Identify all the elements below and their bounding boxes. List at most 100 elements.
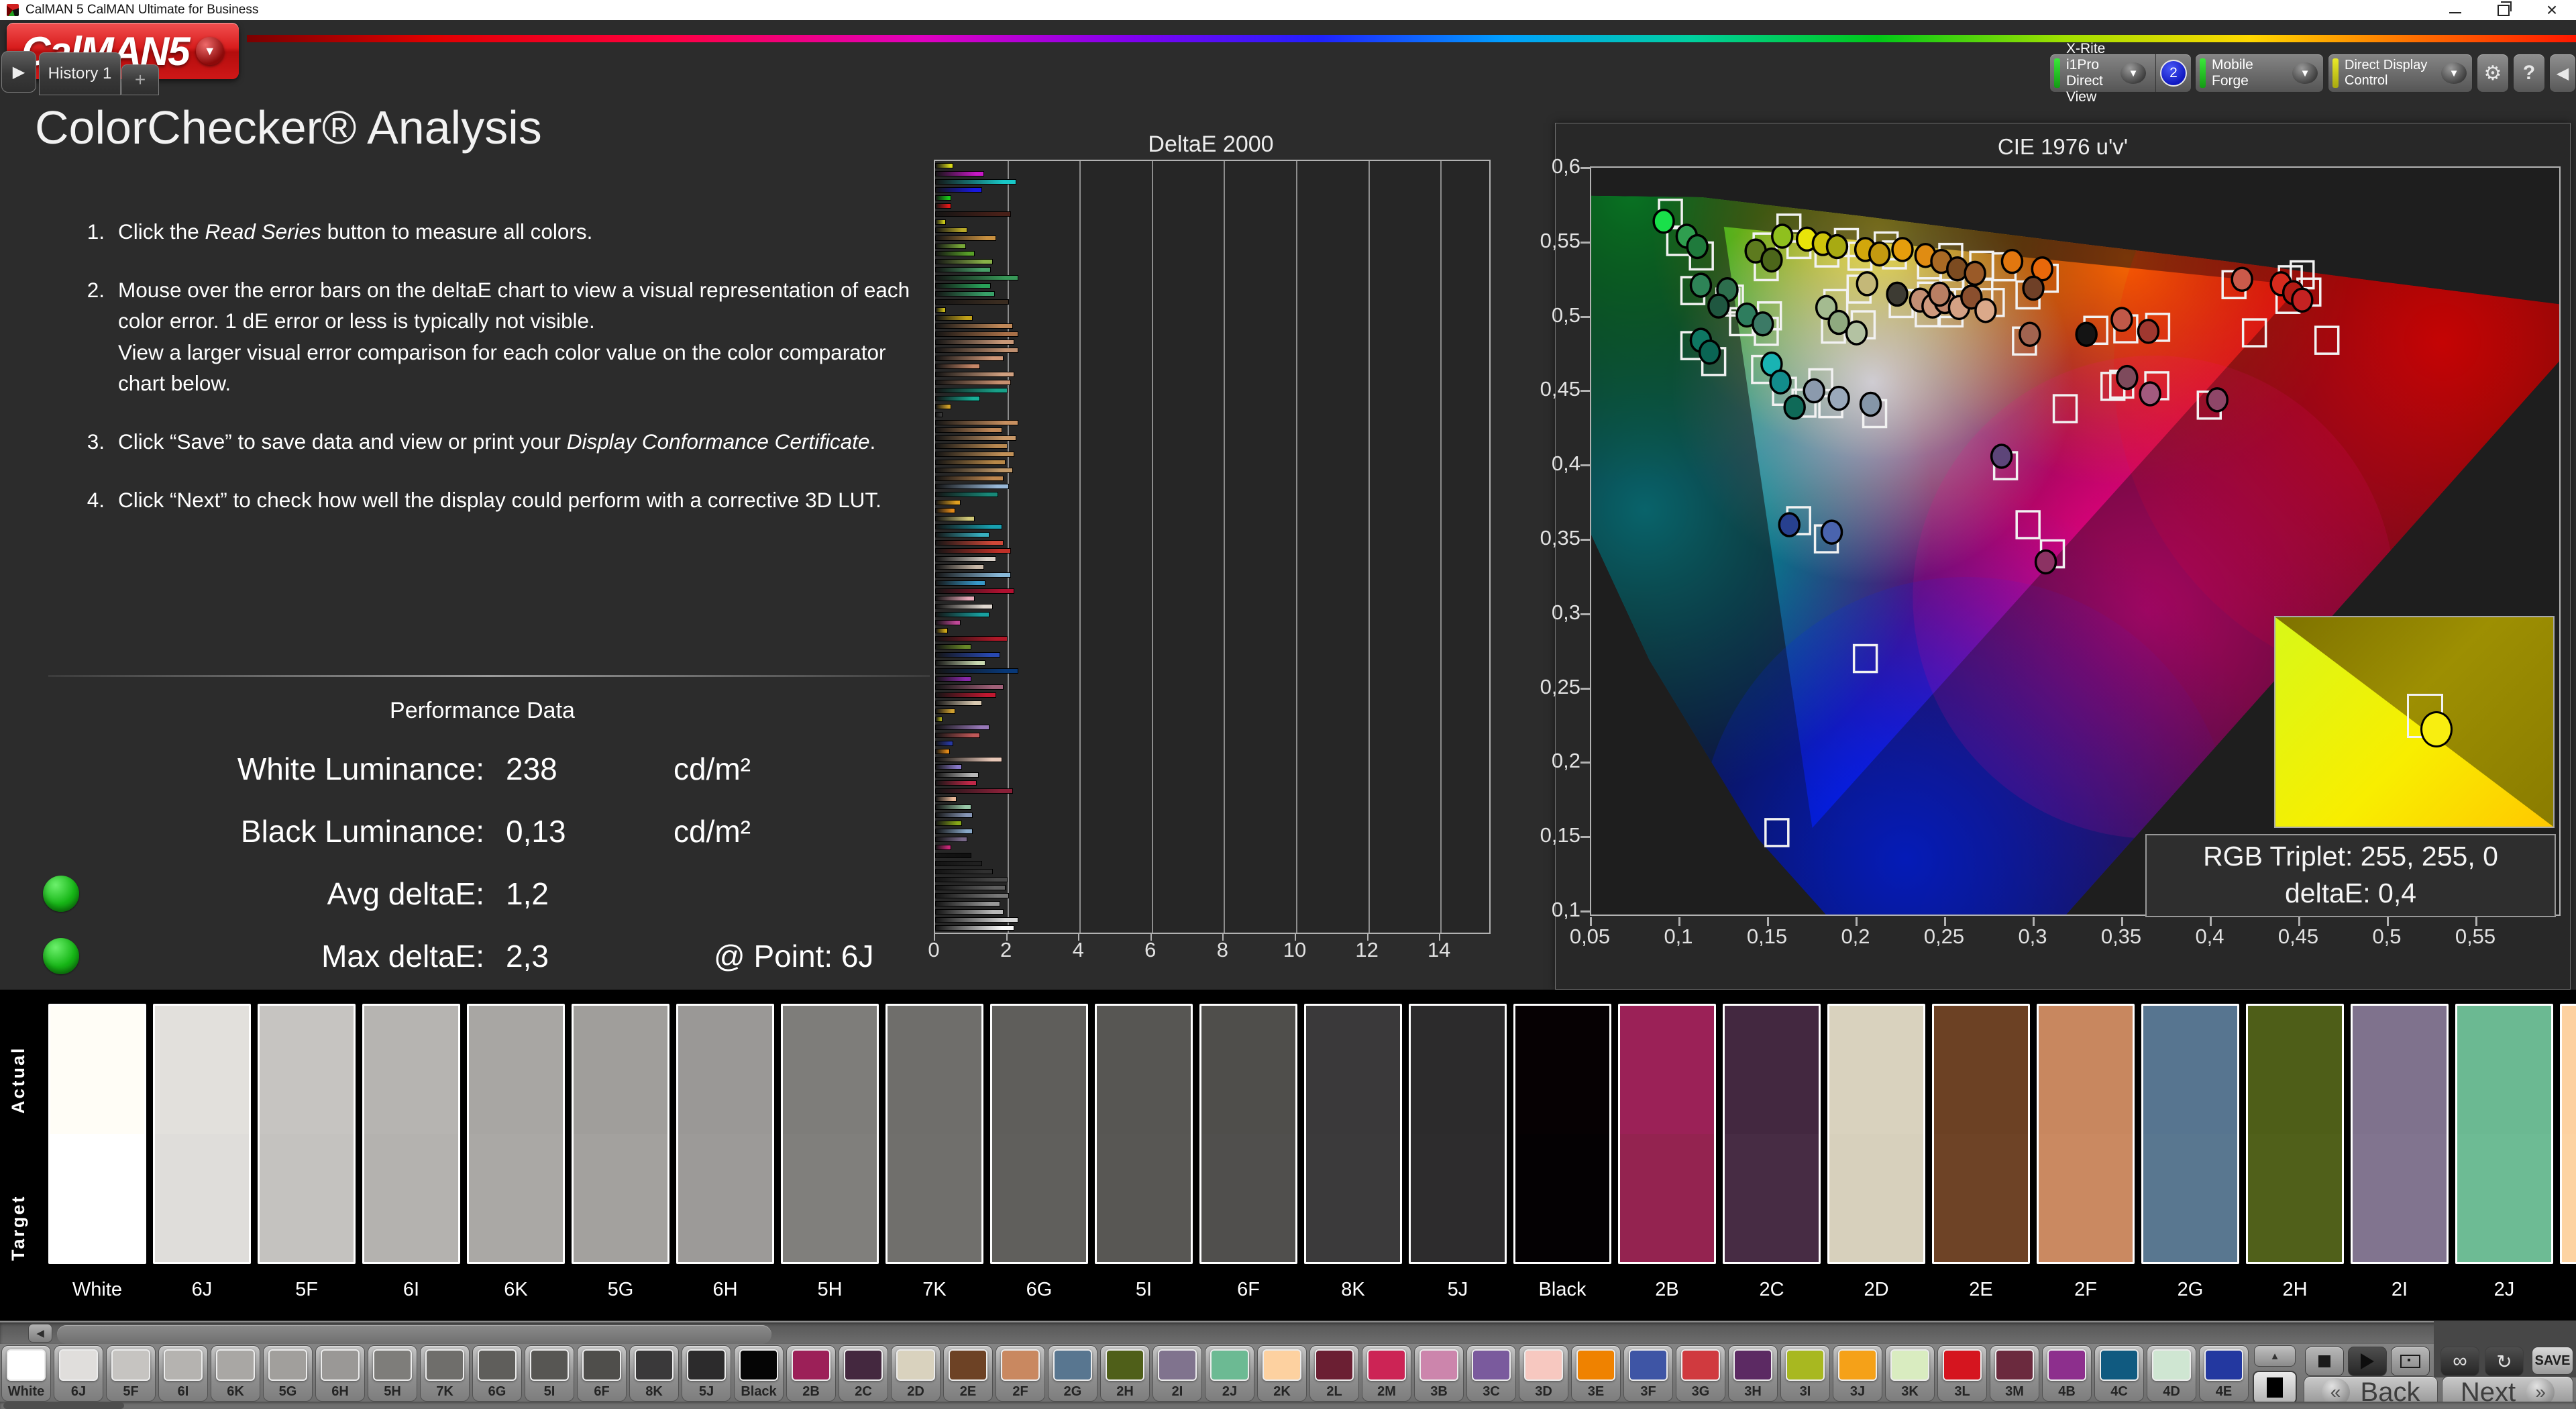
patch-button-3F[interactable]: 3F: [1623, 1345, 1673, 1402]
source-dropdown[interactable]: Mobile Forge ▼: [2195, 54, 2324, 93]
cie-measured-point[interactable]: [1974, 298, 1997, 323]
deltae-error-bar[interactable]: [935, 708, 955, 714]
deltae-error-bar[interactable]: [935, 363, 981, 369]
deltae-error-bar[interactable]: [935, 580, 986, 586]
patch-button-6G[interactable]: 6G: [472, 1345, 522, 1402]
deltae-error-bar[interactable]: [935, 652, 1000, 658]
pattern-window-toggle[interactable]: [2253, 1371, 2297, 1404]
deltae-error-bar[interactable]: [935, 291, 995, 297]
deltae-error-bar[interactable]: [935, 347, 1018, 353]
deltae-error-bar[interactable]: [935, 355, 1004, 361]
deltae-error-bar[interactable]: [935, 178, 1017, 185]
deltae-error-bar[interactable]: [935, 732, 981, 738]
deltae-error-bar[interactable]: [935, 523, 1002, 529]
deltae-error-bar[interactable]: [935, 908, 1004, 915]
deltae-error-bar[interactable]: [935, 716, 943, 722]
patch-button-3B[interactable]: 3B: [1414, 1345, 1464, 1402]
deltae-error-bar[interactable]: [935, 868, 994, 874]
cie-measured-point[interactable]: [1652, 209, 1675, 234]
cie-measured-point[interactable]: [1859, 391, 1882, 417]
deltae-error-bar[interactable]: [935, 443, 1008, 450]
deltae-error-bar[interactable]: [935, 837, 968, 843]
cie-measured-point[interactable]: [1868, 241, 1891, 267]
deltae-error-bar[interactable]: [935, 884, 1006, 890]
patch-button-3J[interactable]: 3J: [1833, 1345, 1882, 1402]
deltae-error-bar[interactable]: [935, 339, 1015, 345]
cie-measured-point[interactable]: [1891, 237, 1914, 262]
tab-history-1[interactable]: History 1: [39, 52, 121, 95]
deltae-error-bar[interactable]: [935, 379, 1011, 385]
patch-button-White[interactable]: White: [1, 1345, 51, 1402]
patch-button-4E[interactable]: 4E: [2199, 1345, 2249, 1402]
patch-button-8K[interactable]: 8K: [629, 1345, 679, 1402]
patch-scrollbar-track[interactable]: [0, 1322, 2576, 1344]
patch-button-Black[interactable]: Black: [734, 1345, 784, 1402]
deltae-error-bar[interactable]: [935, 492, 999, 498]
cie-measured-point[interactable]: [1707, 293, 1730, 319]
patch-button-2H[interactable]: 2H: [1100, 1345, 1150, 1402]
deltae-error-bar[interactable]: [935, 852, 971, 858]
patch-button-3M[interactable]: 3M: [1990, 1345, 2039, 1402]
deltae-error-bar[interactable]: [935, 780, 977, 786]
deltae-error-bar[interactable]: [935, 860, 982, 866]
cie-measured-point[interactable]: [2034, 549, 2057, 575]
deltae-error-bar[interactable]: [935, 170, 984, 176]
deltae-error-bar[interactable]: [935, 259, 994, 265]
deltae-error-bar[interactable]: [935, 187, 982, 193]
deltae-error-bar[interactable]: [935, 676, 971, 682]
patch-button-7K[interactable]: 7K: [420, 1345, 470, 1402]
tab-scroll-button[interactable]: ▶: [1, 51, 36, 93]
deltae-error-bar[interactable]: [935, 821, 963, 827]
patch-button-5G[interactable]: 5G: [263, 1345, 313, 1402]
deltae-error-bar[interactable]: [935, 892, 1010, 898]
patch-button-6K[interactable]: 6K: [211, 1345, 260, 1402]
deltae-error-bar[interactable]: [935, 556, 997, 562]
cie-measured-point[interactable]: [1928, 281, 1951, 307]
cie-measured-point[interactable]: [2075, 321, 2098, 348]
cie-measured-point[interactable]: [1698, 340, 1721, 365]
read-series-button[interactable]: [2348, 1347, 2387, 1376]
deltae-error-bar[interactable]: [935, 539, 1004, 545]
deltae-error-bar[interactable]: [935, 460, 1006, 466]
bottom-scrollbar-thumb[interactable]: [3, 1402, 124, 1409]
patch-button-3I[interactable]: 3I: [1780, 1345, 1830, 1402]
patch-button-2E[interactable]: 2E: [943, 1345, 993, 1402]
cie-measured-point[interactable]: [1769, 369, 1792, 395]
patch-button-6I[interactable]: 6I: [158, 1345, 208, 1402]
patch-button-2F[interactable]: 2F: [996, 1345, 1045, 1402]
deltae-error-bar[interactable]: [935, 692, 997, 698]
deltae-error-bar[interactable]: [935, 283, 991, 289]
deltae-error-bar[interactable]: [935, 900, 1000, 906]
cie-measured-point[interactable]: [1751, 311, 1774, 337]
patch-button-6H[interactable]: 6H: [315, 1345, 365, 1402]
deltae-error-bar[interactable]: [935, 468, 1013, 474]
deltae-error-bar[interactable]: [935, 796, 957, 802]
deltae-error-bar[interactable]: [935, 411, 943, 417]
patch-button-2I[interactable]: 2I: [1152, 1345, 1202, 1402]
deltae-error-bar[interactable]: [935, 829, 973, 835]
deltae-error-bar[interactable]: [935, 547, 1011, 554]
deltae-error-bar[interactable]: [935, 644, 971, 650]
patch-button-2J[interactable]: 2J: [1205, 1345, 1254, 1402]
patch-page-up-button[interactable]: ▲: [2254, 1345, 2296, 1367]
deltae-error-bar[interactable]: [935, 427, 1002, 433]
deltae-error-bar[interactable]: [935, 764, 963, 770]
deltae-error-bar[interactable]: [935, 772, 979, 778]
cie-measured-point[interactable]: [2137, 319, 2160, 344]
cie-measured-point[interactable]: [1825, 233, 1849, 260]
cie-measured-point[interactable]: [1783, 395, 1806, 420]
continuous-read-button[interactable]: ∞: [2440, 1347, 2479, 1376]
deltae-error-bar[interactable]: [935, 251, 975, 257]
deltae-error-bar[interactable]: [935, 636, 1008, 642]
deltae-error-bar[interactable]: [935, 387, 1008, 393]
deltae-error-bar[interactable]: [935, 315, 973, 321]
patch-button-5F[interactable]: 5F: [106, 1345, 156, 1402]
patch-button-6J[interactable]: 6J: [54, 1345, 103, 1402]
cie-measured-point[interactable]: [1845, 320, 1868, 346]
patch-scroll-left-button[interactable]: ◀: [28, 1324, 52, 1343]
deltae-error-bar[interactable]: [935, 572, 1011, 578]
patch-button-3G[interactable]: 3G: [1676, 1345, 1725, 1402]
refresh-button[interactable]: ↻: [2485, 1347, 2524, 1376]
deltae-error-bar[interactable]: [935, 748, 950, 754]
deltae-error-bar[interactable]: [935, 331, 1018, 337]
